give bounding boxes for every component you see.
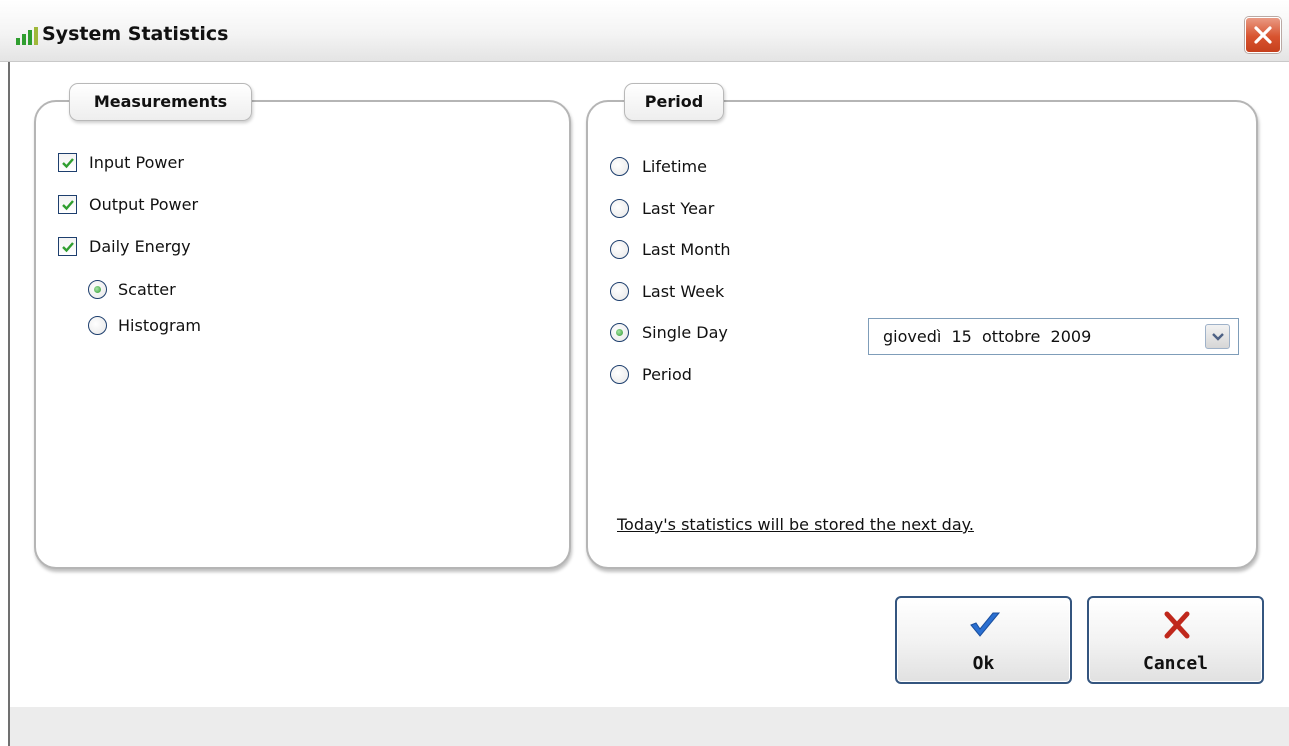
radio-circle[interactable] <box>610 199 629 218</box>
cancel-button[interactable]: Cancel <box>1087 596 1264 684</box>
system-statistics-window: System Statistics Measurements Input Pow… <box>0 0 1289 746</box>
period-legend: Period <box>624 83 724 121</box>
ok-button[interactable]: Ok <box>895 596 1072 684</box>
period-label: Period <box>642 365 692 384</box>
checkbox-box[interactable] <box>58 195 77 214</box>
title-bar: System Statistics <box>0 0 1289 62</box>
radio-circle[interactable] <box>88 280 107 299</box>
scatter-label: Scatter <box>118 280 176 299</box>
last-month-label: Last Month <box>642 240 731 259</box>
last-week-label: Last Week <box>642 282 725 301</box>
checkmark-icon <box>62 200 74 211</box>
last-year-label: Last Year <box>642 199 715 218</box>
chevron-down-icon <box>1212 333 1224 341</box>
checkmark-icon <box>62 158 74 169</box>
window-title: System Statistics <box>42 23 229 45</box>
input-power-label: Input Power <box>89 153 184 172</box>
radio-circle[interactable] <box>610 240 629 259</box>
radio-selected-dot <box>94 286 101 293</box>
cancel-label: Cancel <box>1142 653 1209 674</box>
output-power-label: Output Power <box>89 195 199 214</box>
footer-bar <box>10 707 1289 746</box>
window-left-border <box>8 62 10 746</box>
lifetime-label: Lifetime <box>642 157 707 176</box>
date-picker[interactable]: giovedì 15 ottobre 2009 <box>868 318 1239 355</box>
measurements-legend: Measurements <box>69 83 252 121</box>
ok-label: Ok <box>972 653 995 674</box>
radio-circle[interactable] <box>610 365 629 384</box>
radio-selected-dot <box>616 329 623 336</box>
checkbox-box[interactable] <box>58 153 77 172</box>
radio-circle[interactable] <box>88 316 107 335</box>
close-button[interactable] <box>1245 17 1281 53</box>
close-icon <box>1254 26 1272 44</box>
radio-circle[interactable] <box>610 323 629 342</box>
x-mark-icon <box>1164 611 1190 639</box>
checkmark-icon <box>970 612 1001 637</box>
radio-circle[interactable] <box>610 157 629 176</box>
histogram-label: Histogram <box>118 316 201 335</box>
radio-circle[interactable] <box>610 282 629 301</box>
single-day-label: Single Day <box>642 323 728 342</box>
daily-energy-label: Daily Energy <box>89 237 191 256</box>
storage-note: Today's statistics will be stored the ne… <box>617 515 974 534</box>
checkbox-box[interactable] <box>58 237 77 256</box>
bar-chart-icon <box>16 27 38 45</box>
date-dropdown-button[interactable] <box>1205 324 1230 349</box>
checkmark-icon <box>62 242 74 253</box>
date-value: giovedì 15 ottobre 2009 <box>883 327 1092 346</box>
